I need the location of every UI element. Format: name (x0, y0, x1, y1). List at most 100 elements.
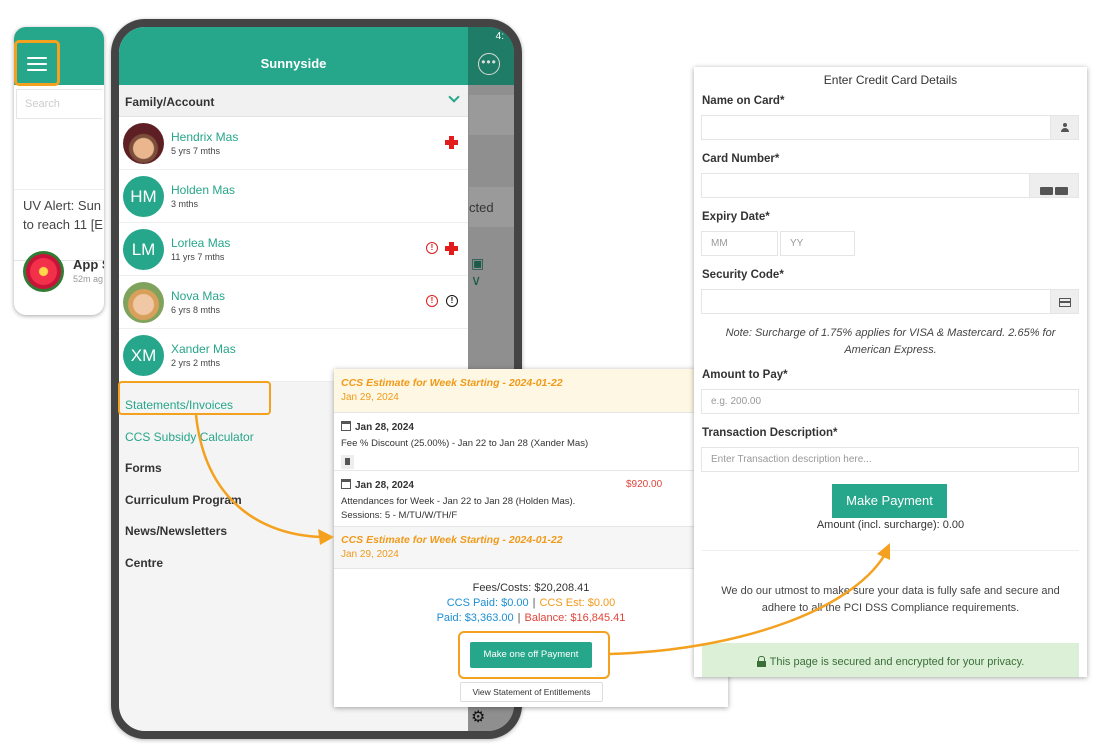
avatar (123, 123, 164, 164)
calendar-icon (341, 421, 351, 431)
child-name: Xander Mas (171, 342, 236, 356)
drawer-title: Sunnyside (119, 27, 468, 85)
view-statement-button[interactable]: View Statement of Entitlements (460, 682, 603, 702)
calendar-icon (341, 479, 351, 489)
description-input[interactable]: Enter Transaction description here... (701, 447, 1079, 472)
amount-label: Amount to Pay* (702, 369, 788, 381)
notification-time: 52m ag (73, 274, 104, 284)
child-age: 6 yrs 8 mths (171, 305, 221, 315)
name-on-card-label: Name on Card* (702, 95, 785, 107)
card-addon (1029, 173, 1079, 198)
notification-title: App S (73, 257, 104, 272)
security-code-input[interactable] (701, 289, 1051, 314)
background-icons: ▣ ∨ (471, 255, 491, 288)
menu-news-newsletters[interactable]: News/Newsletters (125, 524, 227, 538)
secure-banner: This page is secured and encrypted for y… (702, 643, 1079, 677)
name-addon (1050, 115, 1079, 140)
document-icon[interactable] (341, 455, 354, 469)
section-family-account[interactable]: Family/Account (119, 85, 468, 117)
name-on-card-input[interactable] (701, 115, 1051, 140)
divider (702, 550, 1079, 551)
menu-forms[interactable]: Forms (125, 461, 162, 475)
ccs-estimate-row[interactable]: CCS Estimate for Week Starting - 2024-01… (334, 369, 728, 413)
more-options-icon[interactable]: ••• (478, 53, 500, 75)
status-time: 4: (495, 31, 504, 42)
ccs-estimate-row[interactable]: CCS Estimate for Week Starting - 2024-01… (334, 527, 728, 569)
payment-title: Enter Credit Card Details (823, 73, 958, 87)
background-text: cted (469, 200, 494, 215)
paid-total: Paid: $3,363.00 (436, 612, 514, 624)
invoice-description: Fee % Discount (25.00%) - Jan 22 to Jan … (341, 438, 589, 449)
make-one-off-payment-button[interactable]: Make one off Payment (470, 642, 592, 668)
security-assurance: We do our utmost to make sure your data … (721, 585, 1060, 614)
invoice-panel: CCS Estimate for Week Starting - 2024-01… (334, 369, 728, 707)
ccs-estimate-date: Jan 29, 2024 (341, 392, 399, 403)
credit-card-icon (1058, 298, 1071, 307)
alert-icon: ! (426, 242, 438, 254)
alert-icon: ! (426, 295, 438, 307)
credit-cards-icon (1039, 182, 1069, 200)
account-summary: Fees/Costs: $20,208.41 CCS Paid: $0.00 | C… (334, 581, 728, 626)
security-addon (1050, 289, 1079, 314)
fees-costs: Fees/Costs: $20,208.41 (472, 582, 590, 594)
invoice-date: Jan 28, 2024 (341, 421, 728, 433)
medical-cross-icon (445, 136, 458, 149)
child-age: 2 yrs 2 mths (171, 358, 221, 368)
info-alert-icon: ! (446, 295, 458, 307)
child-item[interactable]: Nova Mas 6 yrs 8 mths ! ! (119, 276, 468, 329)
lock-icon (756, 656, 766, 667)
child-age: 5 yrs 7 mths (171, 146, 221, 156)
secure-text: This page is secured and encrypted for y… (769, 656, 1025, 668)
menu-curriculum-program[interactable]: Curriculum Program (125, 493, 242, 507)
child-name: Lorlea Mas (171, 236, 231, 250)
avatar: LM (123, 229, 164, 270)
amount-incl-surcharge: Amount (incl. surcharge): 0.00 (816, 519, 965, 531)
uv-alert-line1: UV Alert: Sun (23, 198, 102, 213)
child-age: 11 yrs 7 mths (171, 252, 225, 262)
expiry-date-label: Expiry Date* (702, 211, 770, 223)
ccs-estimate-title: CCS Estimate for Week Starting - 2024-01… (341, 377, 563, 389)
menu-centre[interactable]: Centre (125, 556, 163, 570)
description-label: Transaction Description* (702, 427, 838, 439)
child-item[interactable]: Hendrix Mas 5 yrs 7 mths (119, 117, 468, 170)
expiry-month-input[interactable]: MM (701, 231, 778, 256)
statements-highlight (118, 381, 271, 415)
search-input[interactable]: Search (16, 89, 102, 119)
child-name: Holden Mas (171, 183, 236, 197)
hamburger-menu-icon[interactable] (14, 40, 60, 86)
child-item[interactable]: HM Holden Mas 3 mths (119, 170, 468, 223)
ccs-estimate-date: Jan 29, 2024 (341, 549, 399, 560)
invoice-date: Jan 28, 2024 (341, 479, 728, 491)
make-payment-button[interactable]: Make Payment (832, 484, 947, 518)
gear-icon[interactable]: ⚙ (471, 707, 485, 727)
uv-alert-line2: to reach 11 [E (23, 217, 103, 232)
security-code-label: Security Code* (702, 269, 784, 281)
menu-ccs-subsidy-calculator[interactable]: CCS Subsidy Calculator (125, 430, 254, 444)
avatar: XM (123, 335, 164, 376)
medical-cross-icon (445, 242, 458, 255)
invoice-amount: $920.00 (626, 479, 663, 490)
child-item[interactable]: LM Lorlea Mas 11 yrs 7 mths ! (119, 223, 468, 276)
child-name: Hendrix Mas (171, 130, 239, 144)
chevron-down-icon[interactable] (448, 91, 460, 103)
section-label: Family/Account (125, 95, 215, 109)
user-icon (1060, 123, 1070, 133)
payment-form: Enter Credit Card Details Name on Card* … (694, 67, 1087, 677)
avatar (123, 282, 164, 323)
invoice-description: Attendances for Week - Jan 22 to Jan 28 … (341, 496, 576, 521)
phone-preview: Search UV Alert: Sun to reach 11 [E App … (14, 27, 104, 315)
app-avatar (23, 251, 64, 292)
invoice-item[interactable]: Jan 28, 2024 Fee % Discount (25.00%) - J… (334, 413, 728, 471)
amount-input[interactable]: e.g. 200.00 (701, 389, 1079, 414)
child-name: Nova Mas (171, 289, 226, 303)
invoice-item[interactable]: Jan 28, 2024 Attendances for Week - Jan … (334, 471, 728, 527)
card-number-input[interactable] (701, 173, 1030, 198)
notification-item[interactable]: App S 52m ag (23, 251, 104, 295)
children-list: Hendrix Mas 5 yrs 7 mths HM Holden Mas 3… (119, 117, 468, 382)
ccs-paid: CCS Paid: $0.00 (446, 597, 529, 609)
avatar: HM (123, 176, 164, 217)
surcharge-note: Note: Surcharge of 1.75% applies for VIS… (725, 327, 1056, 356)
balance-total: Balance: $16,845.41 (524, 612, 626, 624)
expiry-year-input[interactable]: YY (780, 231, 855, 256)
ccs-est: CCS Est: $0.00 (539, 597, 616, 609)
